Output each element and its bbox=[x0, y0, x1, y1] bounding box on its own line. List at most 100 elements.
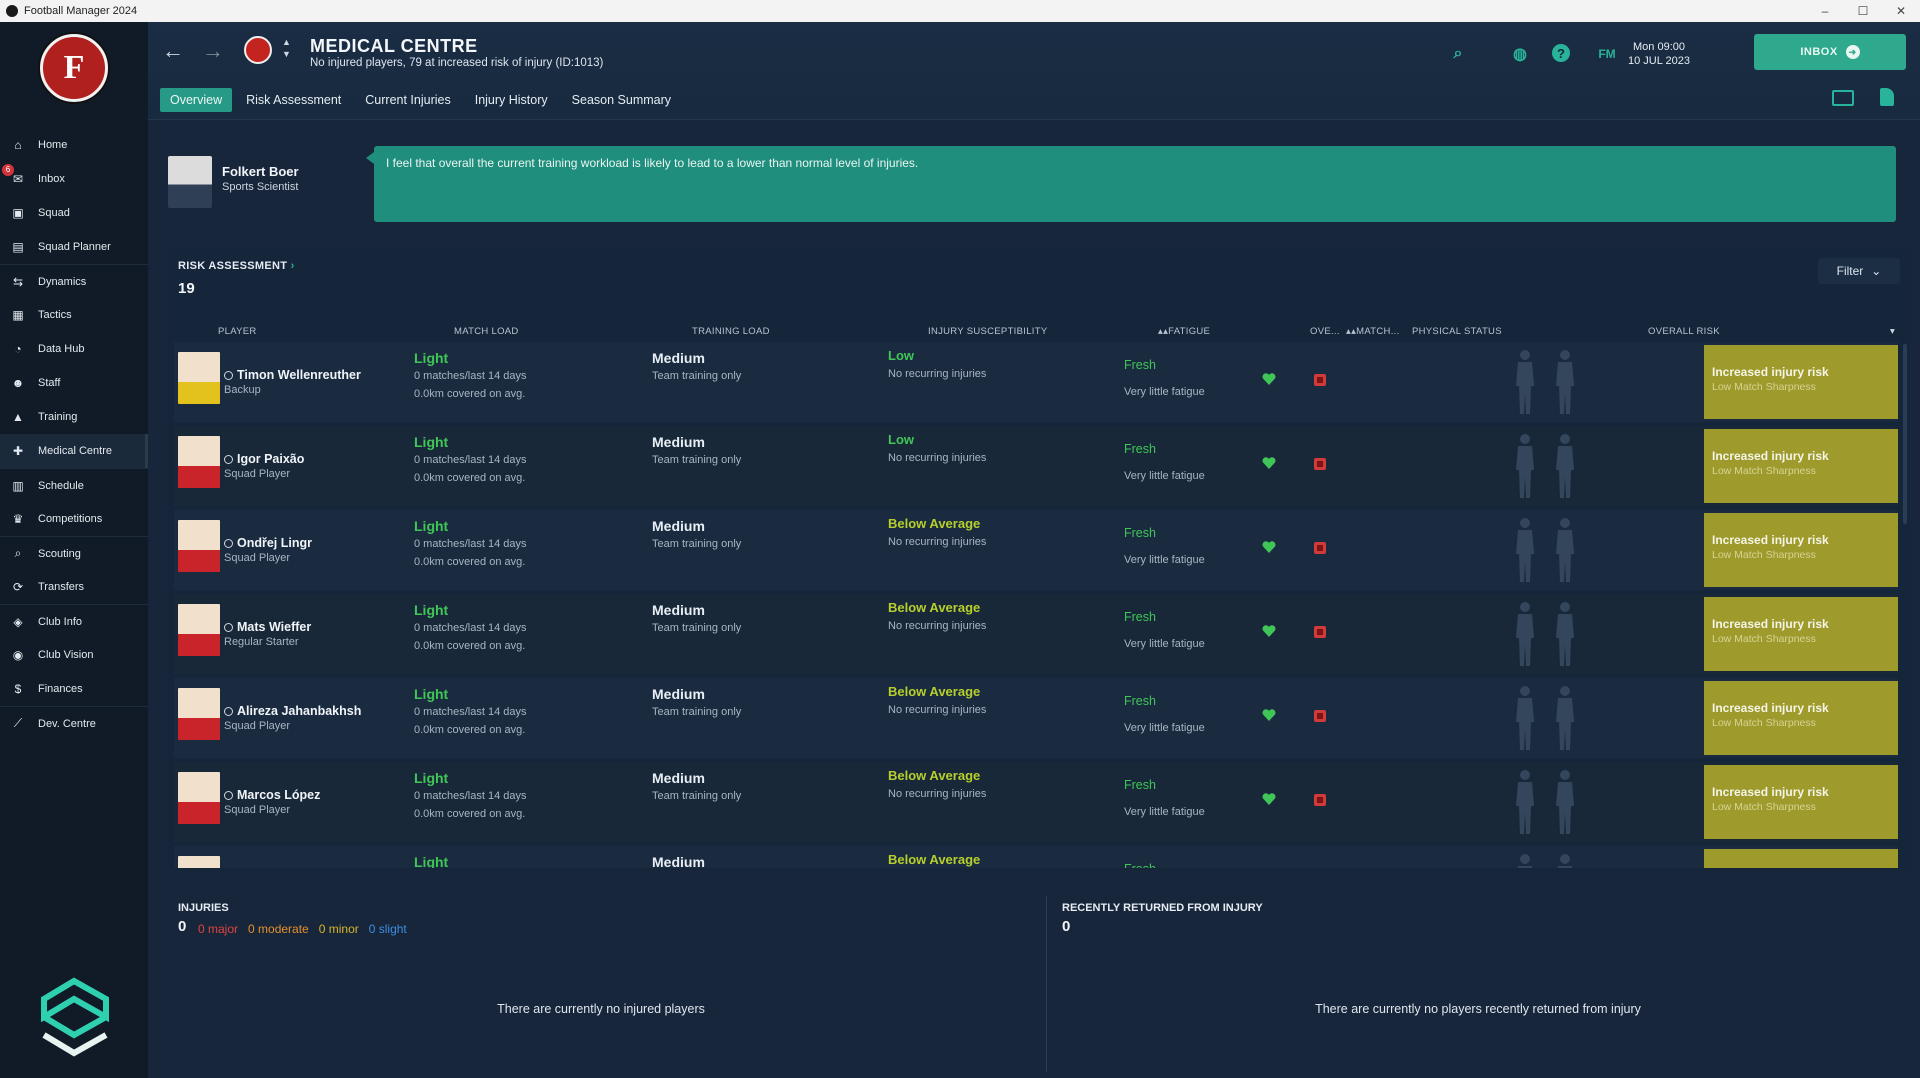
physical-status-back-icon[interactable] bbox=[1552, 852, 1578, 868]
player-photo[interactable] bbox=[178, 856, 220, 868]
table-row[interactable]: Mats Wieffer Regular Starter Light 0 matche… bbox=[174, 594, 1898, 674]
player-photo[interactable] bbox=[178, 520, 220, 572]
sidebar-item-transfers[interactable]: ⟳ Transfers bbox=[0, 570, 148, 604]
table-row[interactable]: Igor Paixão Squad Player Light 0 matches/la… bbox=[174, 426, 1898, 506]
match-sharpness-icon[interactable] bbox=[1314, 710, 1326, 722]
player-photo[interactable] bbox=[178, 604, 220, 656]
tab-overview[interactable]: Overview bbox=[160, 88, 233, 112]
sidebar-item-squad[interactable]: ▣ Squad bbox=[0, 196, 148, 230]
tab-season-summary[interactable]: Season Summary bbox=[562, 88, 681, 112]
physical-status-front-icon[interactable] bbox=[1512, 432, 1538, 502]
col-training-load[interactable]: TRAINING LOAD bbox=[692, 326, 770, 337]
sidebar-item-medical-centre[interactable]: ✚ Medical Centre bbox=[0, 434, 148, 468]
match-sharpness-icon[interactable] bbox=[1314, 626, 1326, 638]
col-player[interactable]: PLAYER bbox=[218, 326, 257, 337]
overall-risk-badge[interactable]: Increased injury risk Low Match Sharpness bbox=[1704, 429, 1898, 503]
minimize-icon[interactable]: – bbox=[1806, 0, 1844, 22]
physical-status-back-icon[interactable] bbox=[1552, 516, 1578, 586]
table-row[interactable]: Light Medium Below Average Fresh bbox=[174, 846, 1898, 868]
sidebar-item-home[interactable]: ⌂ Home bbox=[0, 128, 148, 162]
col-physical-status[interactable]: PHYSICAL STATUS bbox=[1412, 326, 1502, 337]
match-sharpness-icon[interactable] bbox=[1314, 542, 1326, 554]
inbox-continue-button[interactable]: INBOX ➜ bbox=[1754, 34, 1906, 70]
physical-status-front-icon[interactable] bbox=[1512, 348, 1538, 418]
game-date[interactable]: Mon 09:00 10 JUL 2023 bbox=[1628, 40, 1690, 68]
injuries-slight[interactable]: 0 slight bbox=[369, 922, 407, 936]
sidebar-item-club-vision[interactable]: ◉ Club Vision bbox=[0, 638, 148, 672]
overall-risk-badge[interactable]: Increased injury risk Low Match Sharpness bbox=[1704, 513, 1898, 587]
table-row[interactable]: Timon Wellenreuther Backup Light 0 matches/… bbox=[174, 342, 1898, 422]
sidebar-item-finances[interactable]: $ Finances bbox=[0, 672, 148, 706]
club-crest[interactable]: F bbox=[40, 34, 108, 102]
staff-photo[interactable] bbox=[168, 156, 212, 208]
club-badge-icon[interactable] bbox=[244, 36, 272, 64]
tab-injury-history[interactable]: Injury History bbox=[465, 88, 558, 112]
sidebar-item-competitions[interactable]: ♛ Competitions bbox=[0, 502, 148, 536]
back-arrow-icon[interactable]: ← bbox=[162, 38, 184, 64]
sidebar-item-staff[interactable]: ☻ Staff bbox=[0, 366, 148, 400]
condition-heart-icon[interactable] bbox=[1262, 792, 1276, 806]
sidebar-item-dev-centre[interactable]: ⟋ Dev. Centre bbox=[0, 706, 148, 740]
injuries-major[interactable]: 0 major bbox=[198, 922, 238, 936]
physical-status-back-icon[interactable] bbox=[1552, 684, 1578, 754]
globe-icon[interactable]: ◍ bbox=[1510, 44, 1530, 64]
col-fatigue[interactable]: ▴▴FATIGUE bbox=[1158, 326, 1210, 337]
physical-status-front-icon[interactable] bbox=[1512, 684, 1538, 754]
search-icon[interactable]: ⌕ bbox=[1448, 44, 1468, 64]
table-row[interactable]: Ondřej Lingr Squad Player Light 0 matches/l… bbox=[174, 510, 1898, 590]
tab-risk-assessment[interactable]: Risk Assessment bbox=[236, 88, 351, 112]
staff-name[interactable]: Folkert Boer bbox=[222, 164, 299, 179]
col-overall[interactable]: OVE... bbox=[1310, 326, 1340, 337]
player-name[interactable]: Ondřej Lingr bbox=[224, 536, 312, 550]
player-name[interactable]: Timon Wellenreuther bbox=[224, 368, 361, 382]
condition-heart-icon[interactable] bbox=[1262, 708, 1276, 722]
col-match-load[interactable]: MATCH LOAD bbox=[454, 326, 519, 337]
sidebar-item-tactics[interactable]: ▦ Tactics bbox=[0, 298, 148, 332]
sidebar-item-scouting[interactable]: ⌕ Scouting bbox=[0, 536, 148, 570]
flag-icon[interactable] bbox=[1880, 88, 1894, 106]
tab-current-injuries[interactable]: Current Injuries bbox=[355, 88, 460, 112]
player-name[interactable]: Mats Wieffer bbox=[224, 620, 311, 634]
help-icon[interactable]: ? bbox=[1552, 44, 1570, 62]
close-icon[interactable]: ✕ bbox=[1882, 0, 1920, 22]
sidebar-item-data-hub[interactable]: ◔ Data Hub bbox=[0, 332, 148, 366]
physical-status-front-icon[interactable] bbox=[1512, 852, 1538, 868]
player-photo[interactable] bbox=[178, 352, 220, 404]
col-injury-susceptibility[interactable]: INJURY SUSCEPTIBILITY bbox=[928, 326, 1047, 337]
col-match[interactable]: ▴▴MATCH... bbox=[1346, 326, 1400, 337]
sidebar-item-dynamics[interactable]: ⇆ Dynamics bbox=[0, 264, 148, 298]
fm-icon[interactable]: FM bbox=[1594, 44, 1620, 64]
scrollbar[interactable] bbox=[1903, 344, 1907, 524]
condition-heart-icon[interactable] bbox=[1262, 372, 1276, 386]
overall-risk-badge[interactable]: Increased injury risk Low Match Sharpness bbox=[1704, 597, 1898, 671]
sidebar-item-squad-planner[interactable]: ▤ Squad Planner bbox=[0, 230, 148, 264]
condition-heart-icon[interactable] bbox=[1262, 624, 1276, 638]
injuries-minor[interactable]: 0 minor bbox=[319, 922, 359, 936]
player-photo[interactable] bbox=[178, 436, 220, 488]
physical-status-front-icon[interactable] bbox=[1512, 768, 1538, 838]
condition-heart-icon[interactable] bbox=[1262, 456, 1276, 470]
injuries-moderate[interactable]: 0 moderate bbox=[248, 922, 309, 936]
sidebar-item-inbox[interactable]: ✉ Inbox 6 bbox=[0, 162, 148, 196]
table-row[interactable]: Marcos López Squad Player Light 0 matches/l… bbox=[174, 762, 1898, 842]
match-sharpness-icon[interactable] bbox=[1314, 458, 1326, 470]
filter-button[interactable]: Filter ⌄ bbox=[1818, 258, 1900, 284]
match-sharpness-icon[interactable] bbox=[1314, 374, 1326, 386]
player-name[interactable]: Igor Paixão bbox=[224, 452, 304, 466]
table-row[interactable]: Alireza Jahanbakhsh Squad Player Light 0 ma… bbox=[174, 678, 1898, 758]
player-name[interactable]: Alireza Jahanbakhsh bbox=[224, 704, 361, 718]
risk-assessment-title[interactable]: RISK ASSESSMENT › bbox=[178, 260, 295, 272]
physical-status-back-icon[interactable] bbox=[1552, 432, 1578, 502]
sidebar-item-club-info[interactable]: ◈ Club Info bbox=[0, 604, 148, 638]
overall-risk-badge[interactable] bbox=[1704, 849, 1898, 868]
monitor-icon[interactable] bbox=[1832, 90, 1854, 106]
player-photo[interactable] bbox=[178, 688, 220, 740]
player-name[interactable]: Marcos López bbox=[224, 788, 320, 802]
sidebar-item-training[interactable]: ▲ Training bbox=[0, 400, 148, 434]
overall-risk-badge[interactable]: Increased injury risk Low Match Sharpness bbox=[1704, 681, 1898, 755]
overall-risk-badge[interactable]: Increased injury risk Low Match Sharpness bbox=[1704, 345, 1898, 419]
overall-risk-badge[interactable]: Increased injury risk Low Match Sharpness bbox=[1704, 765, 1898, 839]
sidebar-item-schedule[interactable]: ▥ Schedule bbox=[0, 468, 148, 502]
physical-status-back-icon[interactable] bbox=[1552, 348, 1578, 418]
col-overall-risk[interactable]: OVERALL RISK bbox=[1648, 326, 1720, 337]
